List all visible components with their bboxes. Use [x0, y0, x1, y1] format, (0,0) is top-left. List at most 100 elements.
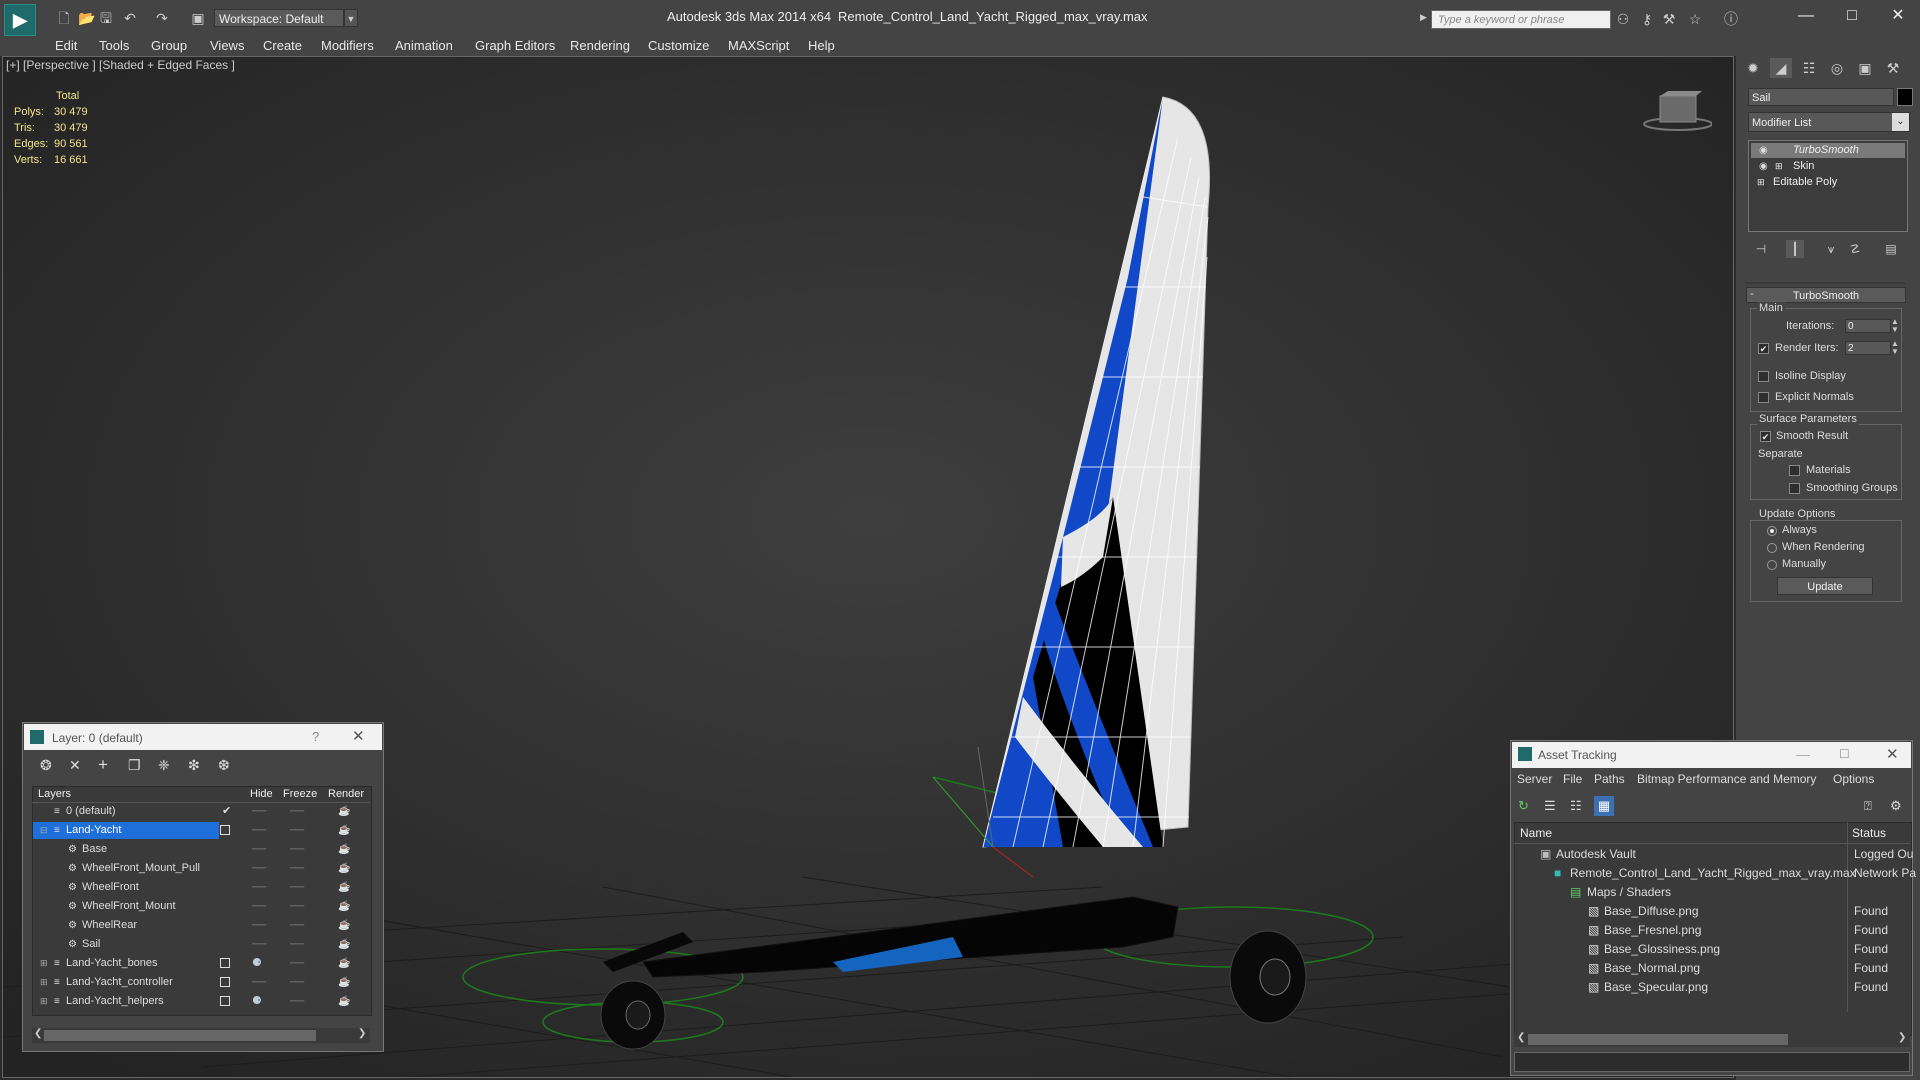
render-teapot-icon[interactable]: ☕ — [338, 916, 350, 935]
layer-row[interactable]: ⊞ ≡ Land-Yacht_helpers ⚈ ── ☕ — [32, 992, 370, 1011]
settings-icon[interactable]: ⚙ — [1890, 798, 1902, 814]
lightbulb-icon[interactable]: ⚈ — [252, 992, 262, 1011]
open-file-icon[interactable]: 📂 — [78, 10, 95, 26]
create-tab-icon[interactable]: ✹ — [1742, 58, 1764, 78]
scroll-left-icon[interactable]: ❮ — [1517, 1032, 1525, 1043]
checkmark-icon[interactable]: ✔ — [222, 802, 231, 821]
tree-view-icon[interactable]: ☷ — [1570, 798, 1582, 814]
remove-modifier-icon[interactable]: ☡ — [1846, 240, 1864, 258]
smooth-result-checkbox[interactable]: ✔ — [1760, 431, 1771, 442]
close-icon[interactable]: ✕ — [1886, 745, 1899, 763]
spinner-arrows-icon[interactable]: ▲ ▼ — [1891, 340, 1899, 356]
freeze-toggle[interactable]: ── — [290, 935, 304, 954]
chevron-down-icon[interactable]: ⌄ — [1892, 113, 1909, 131]
object-color-swatch[interactable] — [1897, 88, 1913, 106]
layer-row[interactable]: ⊞ ≡ Land-Yacht_bones ⚈ ── ☕ — [32, 954, 370, 973]
hide-all-icon[interactable]: ❇ — [188, 757, 200, 774]
key-icon[interactable]: ⚷ — [1638, 10, 1656, 28]
spinner-arrows-icon[interactable]: ▲ ▼ — [1891, 318, 1899, 334]
scroll-left-icon[interactable]: ❮ — [34, 1028, 42, 1039]
display-tab-icon[interactable]: ▣ — [1854, 58, 1876, 78]
motion-tab-icon[interactable]: ◎ — [1826, 58, 1848, 78]
menu-group[interactable]: Group — [151, 36, 187, 56]
scroll-right-icon[interactable]: ❯ — [1898, 1032, 1906, 1043]
viewport-label[interactable]: [+] [Perspective ] [Shaded + Edged Faces… — [6, 58, 235, 72]
minimize-icon[interactable]: — — [1796, 746, 1810, 762]
save-icon[interactable]: 🖫 — [98, 10, 114, 26]
menu-help[interactable]: Help — [808, 36, 835, 56]
table-view-icon[interactable]: ▦ — [1594, 796, 1614, 816]
current-layer-box[interactable] — [220, 996, 230, 1006]
viewcube-icon[interactable] — [1640, 90, 1712, 134]
render-teapot-icon[interactable]: ☕ — [338, 802, 350, 821]
column-header-status[interactable]: Status — [1852, 824, 1886, 842]
column-header-render[interactable]: Render — [328, 786, 364, 802]
freeze-toggle[interactable]: ── — [290, 954, 304, 973]
object-name-field[interactable]: Sail — [1748, 88, 1894, 106]
minimize-icon[interactable]: — — [1786, 4, 1826, 28]
render-teapot-icon[interactable]: ☕ — [338, 973, 350, 992]
layer-row[interactable]: ⚙ WheelRear ── ── ☕ — [32, 916, 370, 935]
menu-maxscript[interactable]: MAXScript — [728, 36, 789, 56]
favorite-icon[interactable]: ☆ — [1686, 10, 1704, 28]
asset-row[interactable]: ▤ Maps / Shaders — [1514, 883, 1910, 902]
make-unique-icon[interactable]: ⩛ — [1822, 240, 1840, 258]
freeze-toggle[interactable]: ── — [290, 859, 304, 878]
help-icon[interactable]: ⍰ — [1864, 798, 1872, 814]
iterations-spinner[interactable]: 0 — [1845, 319, 1891, 333]
menu-customize[interactable]: Customize — [648, 36, 709, 56]
pin-stack-icon[interactable]: ⊣ — [1752, 240, 1770, 258]
show-end-result-icon[interactable]: ┃ — [1786, 240, 1804, 258]
current-layer-box[interactable] — [220, 977, 230, 987]
asset-menu-file[interactable]: File — [1563, 772, 1582, 786]
modify-tab-icon[interactable]: ◢ — [1770, 58, 1792, 78]
asset-row[interactable]: ▣ Autodesk Vault Logged Ou — [1514, 845, 1913, 864]
menu-views[interactable]: Views — [210, 36, 244, 56]
layer-row[interactable]: ⚙ WheelFront_Mount_Pull ── ── ☕ — [32, 859, 370, 878]
project-folder-icon[interactable]: ▣ — [190, 10, 206, 26]
column-header-freeze[interactable]: Freeze — [283, 786, 317, 802]
render-teapot-icon[interactable]: ☕ — [338, 897, 350, 916]
create-layer-icon[interactable]: ❂ — [40, 757, 52, 774]
menu-animation[interactable]: Animation — [395, 36, 453, 56]
hide-toggle[interactable]: ── — [252, 859, 266, 878]
layer-row[interactable]: ⚙ Base ── ── ☕ — [32, 840, 370, 859]
menu-rendering[interactable]: Rendering — [570, 36, 630, 56]
hide-toggle[interactable]: ── — [252, 802, 266, 821]
asset-menu-paths[interactable]: Paths — [1594, 772, 1625, 786]
add-icon[interactable]: + — [98, 755, 108, 775]
freeze-toggle[interactable]: ── — [290, 897, 304, 916]
layer-row[interactable]: ⊟ ≡ Land-Yacht ── ── ☕ — [32, 821, 370, 840]
render-teapot-icon[interactable]: ☕ — [338, 821, 350, 840]
maximize-icon[interactable]: □ — [1832, 4, 1872, 28]
column-header-layers[interactable]: Layers — [38, 786, 71, 802]
asset-path-field[interactable] — [1514, 1052, 1910, 1072]
hide-toggle[interactable]: ── — [252, 973, 266, 992]
manually-radio[interactable] — [1767, 560, 1777, 570]
help-search-input[interactable]: Type a keyword or phrase — [1431, 10, 1611, 29]
hide-toggle[interactable]: ── — [252, 916, 266, 935]
asset-row[interactable]: ■ Remote_Control_Land_Yacht_Rigged_max_v… — [1514, 864, 1916, 883]
isoline-display-checkbox[interactable] — [1758, 371, 1769, 382]
scrollbar-thumb[interactable] — [1528, 1034, 1788, 1045]
redo-icon[interactable]: ↷ — [154, 10, 170, 26]
turbosmooth-rollout-header[interactable]: TurboSmooth — [1746, 287, 1906, 303]
lightbulb-icon[interactable]: ◉ — [1759, 143, 1768, 158]
hide-toggle[interactable]: ── — [252, 935, 266, 954]
expand-plus-icon[interactable]: ⊞ — [1757, 175, 1765, 190]
render-iters-spinner[interactable]: 2 — [1845, 341, 1891, 355]
expand-plus-icon[interactable]: ⊞ — [1775, 159, 1783, 174]
close-icon[interactable]: ✕ — [1878, 4, 1918, 28]
utilities-tab-icon[interactable]: ⚒ — [1882, 58, 1904, 78]
layer-row[interactable]: ⚙ WheelFront ── ── ☕ — [32, 878, 370, 897]
workspace-arrow-icon[interactable]: ▼ — [344, 9, 358, 27]
asset-row[interactable]: ▧ Base_Diffuse.png Found — [1514, 902, 1910, 921]
column-header-hide[interactable]: Hide — [250, 786, 273, 802]
community-icon[interactable]: ⚒ — [1660, 10, 1678, 28]
lightbulb-icon[interactable]: ◉ — [1759, 159, 1768, 174]
close-icon[interactable]: ✕ — [352, 727, 365, 745]
asset-row[interactable]: ▧ Base_Normal.png Found — [1514, 959, 1910, 978]
refresh-icon[interactable]: ↻ — [1518, 798, 1529, 814]
current-layer-box[interactable] — [220, 958, 230, 968]
render-teapot-icon[interactable]: ☕ — [338, 935, 350, 954]
